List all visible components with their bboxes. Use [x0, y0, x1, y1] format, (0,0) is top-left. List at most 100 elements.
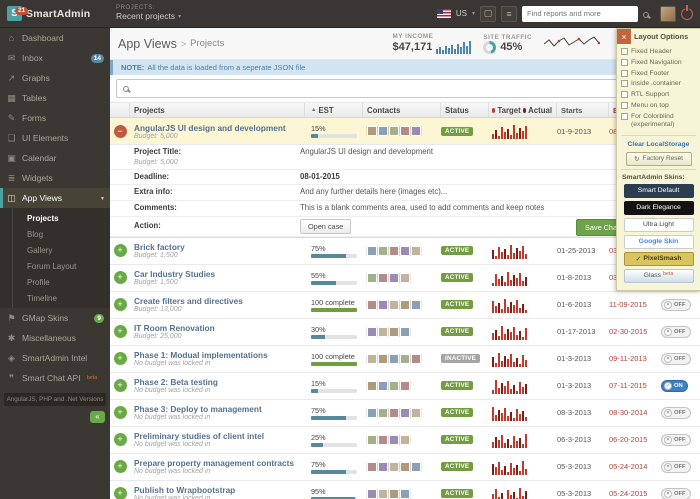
expand-row-button[interactable]: + [114, 406, 127, 419]
col-status[interactable]: Status [441, 103, 489, 117]
layout-option-fixed-navigation[interactable]: Fixed Navigation [621, 59, 696, 67]
layout-option-for-colorblind-experimental[interactable]: For Colorblind (experimental) [621, 113, 696, 129]
table-search-input[interactable] [134, 84, 687, 93]
sidebar-item-gmap-skins[interactable]: ⚑GMap Skins9 [0, 308, 110, 328]
table-row[interactable]: + Phase 2: Beta testing No budget was lo… [110, 373, 700, 400]
sidebar-footer-versions[interactable]: AngularJS, PHP and .Net Versions [4, 393, 106, 406]
close-icon[interactable]: × [617, 29, 631, 44]
table-row[interactable]: + Create filters and directives Budget: … [110, 292, 700, 319]
row-toggle[interactable]: ✓ ON [661, 380, 688, 392]
est-progressbar [311, 362, 357, 366]
expand-row-button[interactable]: + [114, 352, 127, 365]
layout-option-fixed-header[interactable]: Fixed Header [621, 48, 696, 56]
brand-area[interactable]: S SmartAdmin 21 [0, 6, 110, 21]
col-starts[interactable]: Starts [557, 103, 609, 117]
fullscreen-icon[interactable]: ▢ [480, 6, 496, 22]
sidebar-item-app-views[interactable]: ◫App Views▾ [0, 188, 110, 208]
sidebar-item-ui-elements[interactable]: ❏UI Elements [0, 128, 110, 148]
sidebar-item-calendar[interactable]: ▣Calendar [0, 148, 110, 168]
expand-row-button[interactable]: + [114, 244, 127, 257]
layout-option-rtl-support[interactable]: RTL Support [621, 91, 696, 99]
status-badge: ACTIVE [441, 381, 473, 390]
expand-row-button[interactable]: + [114, 460, 127, 473]
table-row[interactable]: + Phase 3: Deploy to management No budge… [110, 400, 700, 427]
row-toggle[interactable]: × OFF [661, 461, 691, 473]
skin-pixelsmash[interactable]: ✓ PixelSmash [624, 252, 694, 266]
sidebar-item-smartadmin-intel[interactable]: ◈SmartAdmin Intel [0, 348, 110, 368]
sidebar-item-label: Forms [22, 113, 46, 123]
clear-localstorage-link[interactable]: Clear LocalStorage [617, 138, 700, 151]
graphs-icon: ↗ [6, 73, 17, 84]
avatar[interactable] [660, 6, 676, 22]
skin-glass[interactable]: Glass beta [624, 269, 694, 283]
col-projects[interactable]: Projects [130, 103, 305, 117]
table-row[interactable]: + Phase 1: Modual implementations No bud… [110, 346, 700, 373]
row-toggle[interactable]: × OFF [661, 326, 691, 338]
sidebar-item-smart-chat-api[interactable]: ❞Smart Chat APIbeta [0, 368, 110, 388]
table-row[interactable]: + IT Room Renovation Budget: 25,000 30% … [110, 319, 700, 346]
layout-option-fixed-footer[interactable]: Fixed Footer [621, 70, 696, 78]
col-target-actual[interactable]: Target Actual [489, 103, 557, 117]
traffic-donut [483, 41, 496, 54]
recent-projects-dropdown[interactable]: Recent projects ▾ [116, 12, 181, 22]
sidebar-subitem-projects[interactable]: Projects [0, 210, 110, 226]
row-toggle[interactable]: × OFF [661, 407, 691, 419]
sidebar-item-widgets[interactable]: ≣Widgets [0, 168, 110, 188]
row-toggle[interactable]: × OFF [661, 353, 691, 365]
checkbox-label: Menu on top [631, 102, 669, 110]
contact-avatar [378, 408, 388, 418]
sidebar-subitem-blog[interactable]: Blog [0, 226, 110, 242]
target-actual-sparkline [492, 324, 527, 340]
sidebar-subitem-forum-layout[interactable]: Forum Layout [0, 258, 110, 274]
skin-google-skin[interactable]: Google Skin [624, 235, 694, 249]
sidebar-item-forms[interactable]: ✎Forms [0, 108, 110, 128]
table-row[interactable]: − AngularJS UI design and development Bu… [110, 118, 700, 145]
table-row[interactable]: + Prepare property management contracts … [110, 454, 700, 481]
table-row[interactable]: + Car Industry Studies Budget: 1,500 55%… [110, 265, 700, 292]
language-selector[interactable]: US [456, 9, 467, 18]
header-search-input[interactable] [527, 9, 633, 18]
open-case-button[interactable]: Open case [300, 219, 351, 234]
col-est[interactable]: ▲ EST [305, 103, 363, 117]
skin-ultra-light[interactable]: Ultra Light [624, 218, 694, 232]
sidebar-item-tables[interactable]: ▦Tables [0, 88, 110, 108]
sidebar-subitem-profile[interactable]: Profile [0, 274, 110, 290]
layout-option-inside-container[interactable]: Inside .container [621, 80, 696, 88]
logout-icon[interactable] [681, 8, 693, 20]
target-actual-sparkline [492, 351, 527, 367]
sidebar-subitem-timeline[interactable]: Timeline [0, 290, 110, 306]
sidebar-item-dashboard[interactable]: ⌂Dashboard [0, 28, 110, 48]
row-toggle[interactable]: × OFF [661, 488, 691, 499]
table-row[interactable]: + Publish to Wrapbootstrap No budget was… [110, 481, 700, 499]
table-row[interactable]: + Preliminary studies of client intel No… [110, 427, 700, 454]
app-root: S SmartAdmin 21 PROJECTS: Recent project… [0, 0, 700, 499]
menu-icon[interactable]: ≡ [501, 6, 517, 22]
sidebar-item-miscellaneous[interactable]: ✱Miscellaneous [0, 328, 110, 348]
layout-option-menu-on-top[interactable]: Menu on top [621, 102, 696, 110]
skin-dark-elegance[interactable]: Dark Elegance [624, 201, 694, 215]
contact-avatar [367, 462, 377, 472]
sidebar-item-inbox[interactable]: ✉Inbox14 [0, 48, 110, 68]
expand-row-button[interactable]: − [114, 125, 127, 138]
ui-elements-icon: ❏ [6, 133, 17, 144]
col-contacts[interactable]: Contacts [363, 103, 441, 117]
toggle-state-icon: × [664, 463, 672, 471]
expand-row-button[interactable]: + [114, 379, 127, 392]
expand-row-button[interactable]: + [114, 271, 127, 284]
search-icon[interactable] [643, 5, 655, 23]
row-toggle[interactable]: × OFF [661, 434, 691, 446]
table-row[interactable]: + Brick factory Budget: 1,500 75% ACTIVE… [110, 238, 700, 265]
expand-row-button[interactable]: + [114, 487, 127, 499]
sidebar-subitem-gallery[interactable]: Gallery [0, 242, 110, 258]
skin-smart-default[interactable]: Smart Default [624, 184, 694, 198]
factory-reset-button[interactable]: ↻ Factory Reset [626, 152, 692, 166]
expand-row-button[interactable]: + [114, 298, 127, 311]
row-toggle[interactable]: × OFF [661, 299, 691, 311]
sidebar-item-graphs[interactable]: ↗Graphs [0, 68, 110, 88]
target-actual-sparkline [492, 243, 527, 259]
project-name: Phase 3: Deploy to management [134, 404, 305, 414]
expand-row-button[interactable]: + [114, 433, 127, 446]
project-name: IT Room Renovation [134, 323, 305, 333]
expand-row-button[interactable]: + [114, 325, 127, 338]
minify-menu-button[interactable]: « [90, 411, 105, 423]
